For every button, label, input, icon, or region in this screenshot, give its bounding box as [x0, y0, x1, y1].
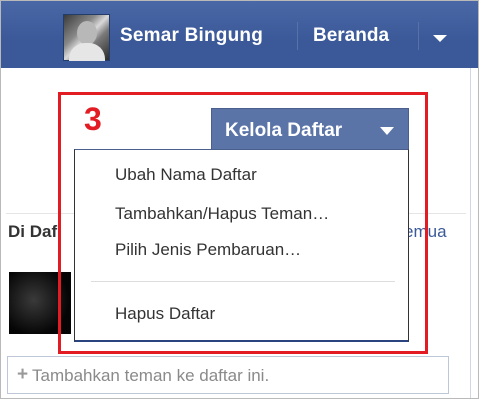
- account-menu-chevron-down-icon[interactable]: [433, 35, 447, 42]
- section-title: Di Daf: [8, 222, 58, 241]
- add-friend-placeholder: Tambahkan teman ke daftar ini.: [32, 366, 270, 385]
- menu-divider: [91, 281, 395, 282]
- nav-divider: [297, 22, 298, 50]
- annotation-step-number: 3: [84, 101, 102, 137]
- menu-item-delete-list[interactable]: Hapus Daftar: [115, 304, 215, 324]
- profile-avatar[interactable]: [63, 14, 110, 61]
- menu-item-choose-update-types[interactable]: Pilih Jenis Pembaruan…: [115, 240, 301, 260]
- page-right-border: [470, 68, 471, 399]
- menu-item-add-remove-friends[interactable]: Tambahkan/Hapus Teman…: [115, 204, 329, 224]
- manage-list-menu: Ubah Nama Daftar Tambahkan/Hapus Teman… …: [74, 149, 409, 342]
- manage-list-button[interactable]: Kelola Daftar: [211, 108, 409, 150]
- menu-item-rename-list[interactable]: Ubah Nama Daftar: [115, 165, 257, 185]
- home-link[interactable]: Beranda: [313, 25, 389, 47]
- avatar-body-shape: [69, 43, 105, 61]
- chevron-down-icon: [380, 127, 394, 135]
- profile-name-link[interactable]: Semar Bingung: [120, 25, 263, 47]
- manage-list-label: Kelola Daftar: [225, 120, 343, 141]
- avatar-head-shape: [77, 21, 97, 45]
- nav-divider: [418, 22, 419, 50]
- plus-icon: +: [17, 364, 29, 385]
